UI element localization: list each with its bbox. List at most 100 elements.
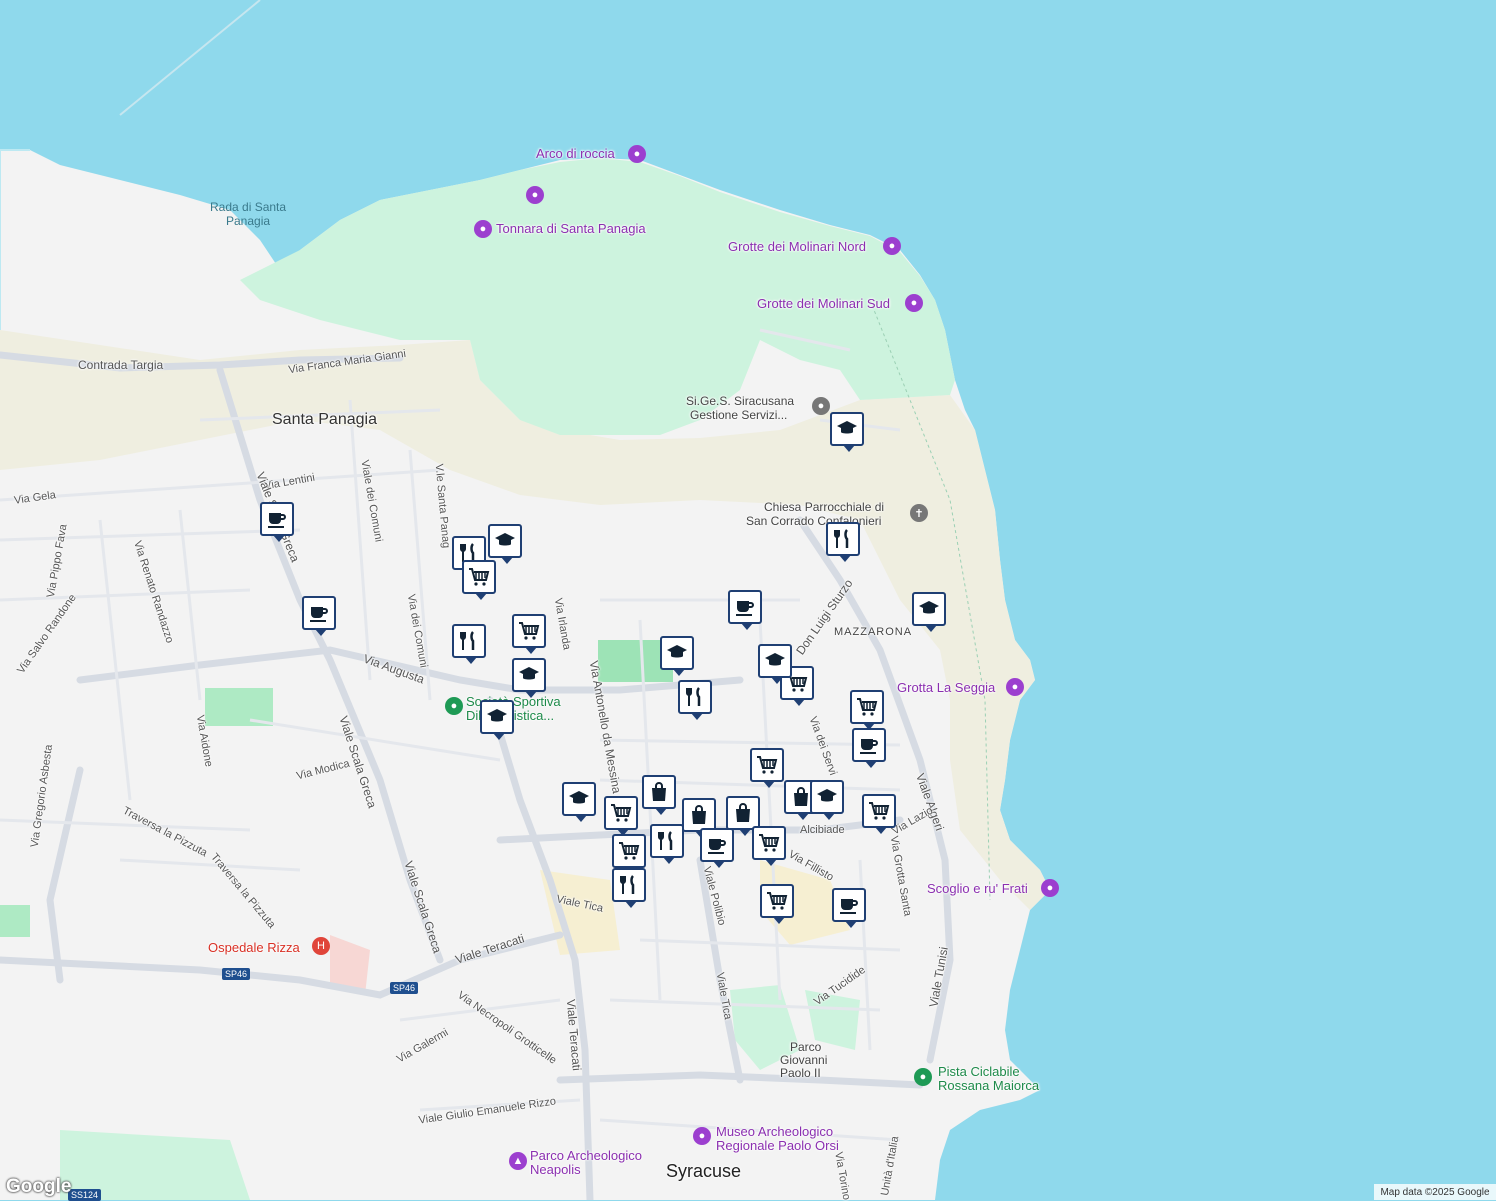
google-logo: Google [6,1176,72,1197]
cart-marker[interactable] [752,826,786,866]
shopping-bag-marker[interactable] [726,796,760,836]
santa-panagia-label: Santa Panagia [272,411,377,428]
chiesa-label-2[interactable]: San Corrado Confalonieri [746,514,881,528]
coffee-marker[interactable] [832,888,866,928]
sigess-label-2[interactable]: Gestione Servizi... [690,408,787,422]
cart-marker[interactable] [750,748,784,788]
school-icon [665,641,689,665]
ospedale-label[interactable]: Ospedale Rizza [208,940,300,955]
shopping-bag-marker[interactable] [642,775,676,815]
school-icon [763,649,787,673]
museo-label-1[interactable]: Museo Archeologico [716,1124,833,1139]
restaurant-icon [683,685,707,709]
cart-icon [757,831,781,855]
parco-neapolis-label-1[interactable]: Parco Archeologico [530,1148,642,1163]
camera-icon[interactable]: ● [526,186,544,204]
restaurant-icon [457,629,481,653]
cart-marker[interactable] [760,884,794,924]
school-marker[interactable] [480,700,514,740]
map-attribution[interactable]: Map data ©2025 Google [1374,1184,1496,1200]
restaurant-marker[interactable] [678,680,712,720]
parco-neapolis-label-2[interactable]: Neapolis [530,1162,581,1177]
cart-marker[interactable] [604,796,638,836]
syracuse-label: Syracuse [666,1161,742,1181]
scoglio-label[interactable]: Scoglio e ru' Frati [927,881,1028,896]
camera-icon[interactable]: ● [474,220,492,238]
grotte-nord-label[interactable]: Grotte dei Molinari Nord [728,239,866,254]
road-shield-ss124: SS124 [68,1189,102,1201]
coffee-icon [705,833,729,857]
coffee-marker[interactable] [852,728,886,768]
cart-marker[interactable] [512,614,546,654]
grotte-sud-label[interactable]: Grotte dei Molinari Sud [757,296,890,311]
location-icon[interactable]: ● [812,397,830,415]
camera-icon[interactable]: ● [905,294,923,312]
sports-icon[interactable]: ● [445,697,463,715]
school-marker[interactable] [912,592,946,632]
hospital-icon[interactable]: H [312,937,330,955]
cart-icon [765,889,789,913]
bike-path-icon[interactable]: ● [914,1068,932,1086]
school-marker[interactable] [512,658,546,698]
rada-label-2: Panagia [226,214,271,228]
school-marker[interactable] [488,524,522,564]
cart-icon [517,619,541,643]
cart-icon [755,753,779,777]
parco-giovanni-label-3[interactable]: Paolo II [780,1066,821,1080]
coffee-icon [265,507,289,531]
cart-marker[interactable] [612,834,646,874]
museo-label-2[interactable]: Regionale Paolo Orsi [716,1138,839,1153]
coffee-marker[interactable] [260,502,294,542]
school-marker[interactable] [758,644,792,684]
arco-di-roccia-label[interactable]: Arco di roccia [536,146,615,161]
coffee-icon [857,733,881,757]
monument-icon[interactable]: ▲ [509,1152,527,1170]
school-icon [567,787,591,811]
cart-marker[interactable] [850,690,884,730]
coffee-marker[interactable] [700,828,734,868]
restaurant-marker[interactable] [650,824,684,864]
mazzarona-label: MAZZARONA [834,626,913,638]
tonnara-label[interactable]: Tonnara di Santa Panagia [496,221,646,236]
restaurant-icon [831,527,855,551]
school-icon [815,785,839,809]
museum-icon[interactable]: ● [693,1127,711,1145]
parco-giovanni-label-1[interactable]: Parco [790,1040,821,1054]
school-marker[interactable] [810,780,844,820]
parco-giovanni-label-2[interactable]: Giovanni [780,1053,827,1067]
road-contrada-targia: Contrada Targia [78,358,164,372]
camera-icon[interactable]: ● [628,145,646,163]
restaurant-marker[interactable] [826,522,860,562]
road-shield-sp46: SP46 [222,968,251,980]
cart-icon [855,695,879,719]
camera-icon[interactable]: ● [1006,678,1024,696]
coffee-icon [733,595,757,619]
road-via-alcibiade: Alcibiade [800,824,845,836]
road-shield-sp46: SP46 [390,982,419,994]
pista-label-2[interactable]: Rossana Maiorca [938,1078,1039,1093]
cart-icon [609,801,633,825]
camera-icon[interactable]: ● [1041,879,1059,897]
restaurant-marker[interactable] [612,868,646,908]
church-icon[interactable]: ✝ [910,504,928,522]
school-marker[interactable] [830,412,864,452]
pista-label-1[interactable]: Pista Ciclabile [938,1064,1020,1079]
school-icon [493,529,517,553]
shopping-bag-icon [687,803,711,827]
coffee-marker[interactable] [302,596,336,636]
camera-icon[interactable]: ● [883,237,901,255]
coffee-icon [307,601,331,625]
school-marker[interactable] [562,782,596,822]
school-marker[interactable] [660,636,694,676]
cart-marker[interactable] [862,794,896,834]
shopping-bag-marker[interactable] [682,798,716,838]
sigess-label-1[interactable]: Si.Ge.S. Siracusana [686,394,794,408]
coffee-marker[interactable] [728,590,762,630]
cart-marker[interactable] [462,560,496,600]
restaurant-marker[interactable] [452,624,486,664]
shopping-bag-icon [647,780,671,804]
grotta-seggia-label[interactable]: Grotta La Seggia [897,680,995,695]
school-icon [517,663,541,687]
school-icon [917,597,941,621]
chiesa-label-1[interactable]: Chiesa Parrocchiale di [764,500,884,514]
